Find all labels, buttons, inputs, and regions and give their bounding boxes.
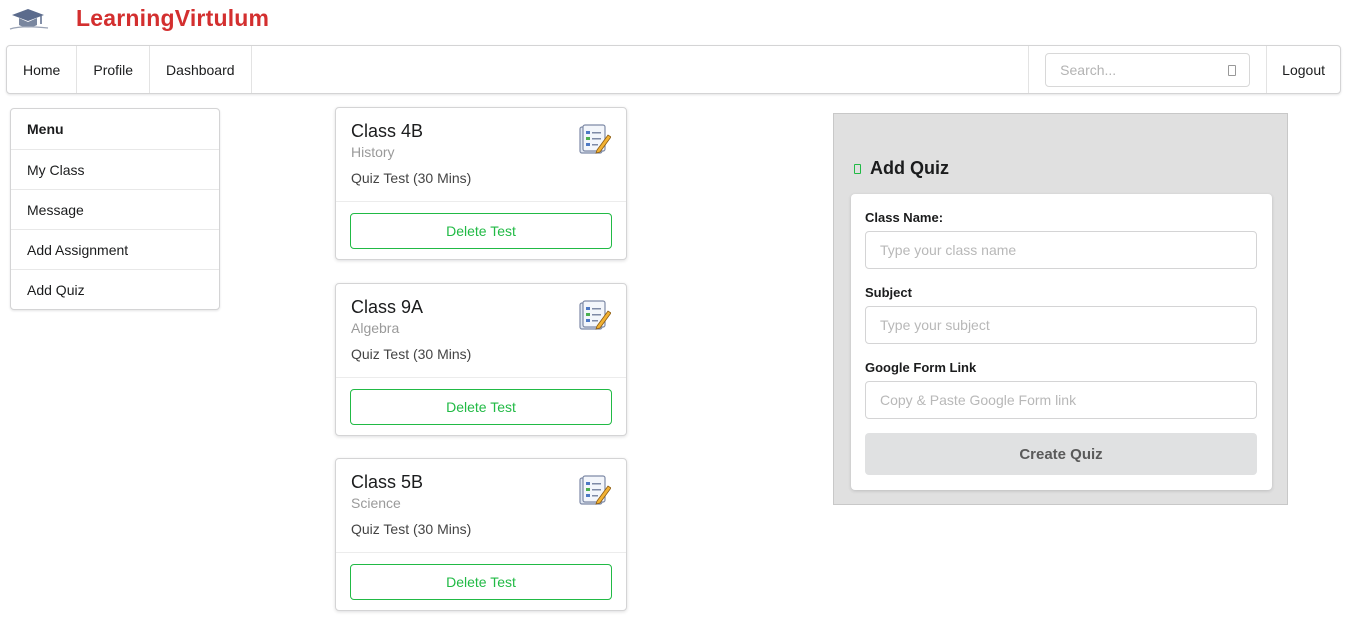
quiz-card: Class 4B History Quiz Test (30 Mins) Del… [335, 107, 627, 260]
menu-header: Menu [27, 121, 64, 137]
search-icon[interactable] [1228, 64, 1237, 76]
logout-button[interactable]: Logout [1267, 46, 1340, 93]
quiz-card-body: Class 5B Science Quiz Test (30 Mins) [336, 459, 626, 553]
brand-name[interactable]: LearningVirtulum [76, 5, 269, 32]
subject-input[interactable] [865, 306, 1257, 344]
quiz-icon [854, 163, 861, 174]
quiz-card: Class 5B Science Quiz Test (30 Mins) Del… [335, 458, 627, 611]
class-name-input[interactable] [865, 231, 1257, 269]
quiz-card-actions: Delete Test [336, 378, 626, 425]
quiz-card-title: Class 9A [351, 297, 424, 317]
class-name-label: Class Name: [865, 210, 944, 225]
graduation-cap-logo [9, 9, 49, 30]
sidebar-item-add-quiz[interactable]: Add Quiz [11, 269, 219, 309]
quiz-card: Class 9A Algebra Quiz Test (30 Mins) Del… [335, 283, 627, 436]
quiz-card-title: Class 5B [351, 472, 424, 492]
quiz-card-title: Class 4B [351, 121, 424, 141]
brand: LearningVirtulum [8, 0, 269, 36]
delete-test-button[interactable]: Delete Test [350, 389, 612, 425]
quiz-card-actions: Delete Test [336, 202, 626, 249]
sidebar-item-message[interactable]: Message [11, 189, 219, 229]
search-container [1028, 46, 1268, 93]
add-quiz-heading: Add Quiz [854, 158, 949, 179]
delete-test-button[interactable]: Delete Test [350, 213, 612, 249]
quiz-card-subject: Science [351, 495, 401, 511]
quiz-card-actions: Delete Test [336, 553, 626, 600]
search-input[interactable] [1046, 53, 1250, 86]
add-quiz-form: Class Name: Subject Google Form Link Cre… [851, 194, 1272, 490]
nav-home[interactable]: Home [7, 46, 78, 93]
top-navigation: Home Profile Dashboard Logout [6, 45, 1341, 94]
quiz-card-description: Quiz Test (30 Mins) [351, 521, 472, 537]
quiz-card-description: Quiz Test (30 Mins) [351, 170, 472, 186]
quiz-card-body: Class 9A Algebra Quiz Test (30 Mins) [336, 284, 626, 378]
quiz-checklist-icon [579, 300, 611, 330]
google-form-link-input[interactable] [865, 381, 1257, 419]
add-quiz-title: Add Quiz [870, 158, 949, 178]
search-box [1045, 52, 1251, 87]
sidebar-item-add-assignment[interactable]: Add Assignment [11, 229, 219, 269]
quiz-checklist-icon [579, 475, 611, 505]
create-quiz-button[interactable]: Create Quiz [865, 433, 1257, 475]
side-menu: Menu My Class Message Add Assignment Add… [10, 108, 220, 310]
add-quiz-panel: Add Quiz Class Name: Subject Google Form… [833, 113, 1288, 505]
subject-label: Subject [865, 285, 912, 300]
nav-profile[interactable]: Profile [77, 46, 151, 93]
nav-dashboard[interactable]: Dashboard [150, 46, 252, 93]
delete-test-button[interactable]: Delete Test [350, 564, 612, 600]
quiz-card-subject: Algebra [351, 320, 400, 336]
google-form-link-label: Google Form Link [865, 360, 977, 375]
quiz-card-description: Quiz Test (30 Mins) [351, 346, 472, 362]
sidebar-item-my-class[interactable]: My Class [11, 149, 219, 189]
quiz-card-subject: History [351, 144, 395, 160]
quiz-checklist-icon [579, 124, 611, 154]
quiz-card-body: Class 4B History Quiz Test (30 Mins) [336, 108, 626, 202]
